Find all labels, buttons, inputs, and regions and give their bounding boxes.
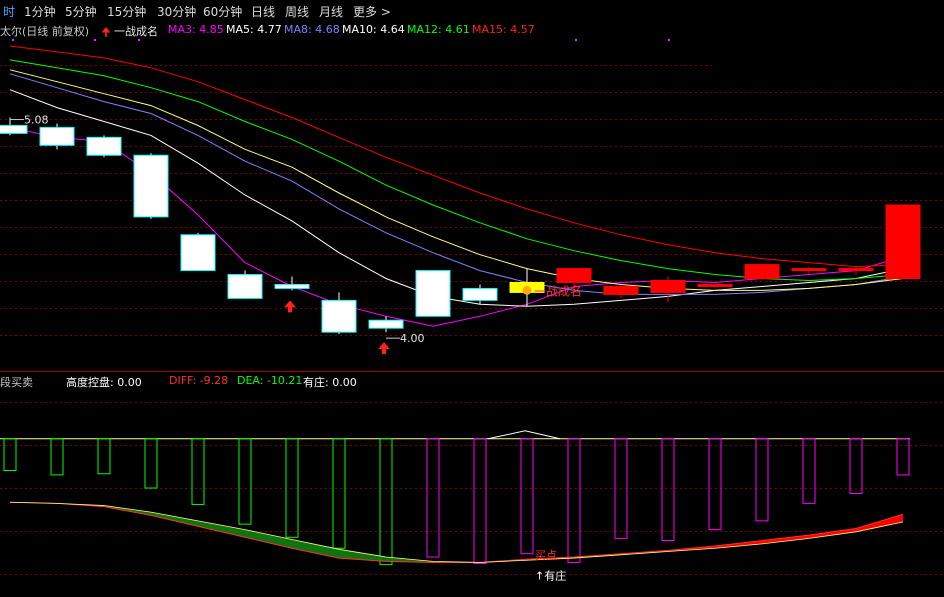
histogram-bar — [896, 438, 910, 476]
histogram-bar — [3, 438, 17, 472]
peak-marker — [487, 430, 561, 440]
histogram-bar — [379, 438, 393, 566]
histogram-bar — [191, 438, 205, 505]
candle-body — [0, 124, 28, 134]
histogram-bar — [520, 438, 534, 555]
candle-body — [227, 274, 263, 299]
histogram-bar — [849, 438, 863, 494]
histogram-bar — [426, 438, 440, 558]
buy-arrow-icon — [284, 300, 296, 313]
buy-arrow-icon — [378, 342, 390, 355]
candle-body — [838, 268, 874, 272]
price-label: 5.08 — [24, 114, 49, 127]
histogram-bar — [802, 438, 816, 504]
candle-body — [885, 204, 921, 279]
price-label: 4.00 — [400, 332, 425, 345]
candle-body — [744, 264, 780, 279]
histogram-bar — [97, 438, 111, 475]
info-panel-mask — [712, 0, 944, 68]
candle-body — [274, 283, 310, 289]
histogram-bar — [473, 438, 487, 565]
sub-label: 买点 — [535, 549, 557, 562]
candle-body — [180, 234, 216, 272]
histogram-bar — [708, 438, 722, 531]
histogram-bar — [755, 438, 769, 522]
candle-body — [556, 268, 592, 283]
candle-body — [462, 287, 498, 301]
candle-body — [368, 319, 404, 329]
signal-label: 一战成名 — [534, 283, 582, 298]
histogram-bar — [332, 438, 346, 549]
top-marker — [138, 39, 140, 41]
top-marker — [575, 39, 577, 41]
candle-body — [697, 283, 733, 287]
sub-label: ↑有庄 — [535, 569, 566, 583]
candle-body — [415, 270, 451, 317]
histogram-bar — [50, 438, 64, 476]
candle-body — [133, 154, 169, 218]
candle-body — [39, 126, 75, 146]
histogram-bar — [567, 438, 581, 563]
candle-body — [603, 285, 639, 295]
top-marker — [668, 39, 670, 41]
candle-body — [86, 136, 122, 156]
histogram-bar — [238, 438, 252, 525]
histogram-bar — [144, 438, 158, 489]
candle-body — [791, 268, 827, 272]
top-marker — [94, 39, 96, 41]
kline-chart[interactable]: 5.08 4.00 一战成名 ↑有庄 买点 — [0, 0, 944, 597]
dea-line — [9, 501, 904, 563]
candle-body — [650, 279, 686, 293]
signal-dot — [522, 285, 532, 295]
candle-body — [321, 299, 357, 333]
top-marker — [12, 39, 14, 41]
histogram-bar — [661, 438, 675, 542]
